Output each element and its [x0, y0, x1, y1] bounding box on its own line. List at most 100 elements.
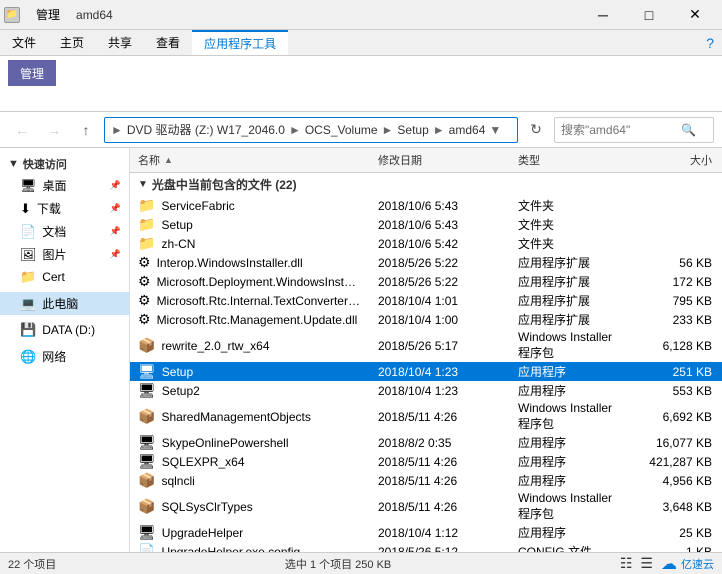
- file-icon: 📦: [138, 472, 155, 489]
- file-date: 2018/5/11 4:26: [370, 455, 510, 469]
- view-icons[interactable]: ☷: [620, 555, 633, 572]
- search-box[interactable]: 🔍: [554, 117, 714, 143]
- col-header-type[interactable]: 类型: [510, 152, 630, 168]
- path-arrow: ►: [111, 123, 123, 137]
- cert-folder-icon: 📁: [20, 269, 36, 285]
- path-sep-4: ▼: [489, 123, 501, 137]
- file-size: 1 KB: [630, 545, 720, 553]
- file-type: Windows Installer 程序包: [510, 491, 630, 522]
- table-row[interactable]: ⚙ Interop.WindowsInstaller.dll 2018/5/26…: [130, 253, 722, 272]
- file-date: 2018/8/2 0:35: [370, 436, 510, 450]
- sidebar-item-thispc[interactable]: 💻 此电脑: [0, 292, 129, 315]
- tab-view[interactable]: 查看: [144, 30, 192, 55]
- view-list[interactable]: ☰: [640, 555, 653, 572]
- file-type: 应用程序: [510, 524, 630, 541]
- file-icon: 📄: [138, 543, 155, 552]
- path-sep-1: ►: [289, 123, 301, 137]
- maximize-button[interactable]: □: [626, 0, 672, 30]
- logo-text: 亿速云: [681, 556, 714, 572]
- table-row[interactable]: ⚙ Microsoft.Rtc.Internal.TextConverters.…: [130, 291, 722, 310]
- back-button[interactable]: ←: [8, 116, 36, 144]
- col-header-name[interactable]: 名称 ▲: [130, 152, 370, 168]
- file-date: 2018/10/4 1:23: [370, 384, 510, 398]
- status-right: ☷ ☰ ☁ 亿速云: [620, 554, 714, 574]
- address-path[interactable]: ► DVD 驱动器 (Z:) W17_2046.0 ► OCS_Volume ►…: [104, 117, 518, 143]
- file-date: 2018/10/6 5:43: [370, 199, 510, 213]
- file-icon: 📁: [138, 235, 155, 252]
- sidebar-item-cert-label: Cert: [42, 270, 65, 284]
- sidebar-item-data[interactable]: 💾 DATA (D:): [0, 319, 129, 341]
- section-expand-icon[interactable]: ▼: [138, 179, 148, 190]
- file-date: 2018/5/11 4:26: [370, 500, 510, 514]
- file-size: 6,692 KB: [630, 410, 720, 424]
- file-date: 2018/5/26 5:12: [370, 545, 510, 553]
- ribbon-manage-tab[interactable]: 管理: [8, 60, 56, 86]
- sidebar-item-network-label: 网络: [42, 348, 66, 365]
- file-icon: 🖥: [138, 382, 156, 399]
- downloads-icon: ⬇: [20, 201, 31, 217]
- table-row[interactable]: 📁 Setup 2018/10/6 5:43 文件夹: [130, 215, 722, 234]
- col-header-date[interactable]: 修改日期: [370, 152, 510, 168]
- file-icon: 📦: [138, 408, 155, 425]
- col-header-size[interactable]: 大小: [630, 152, 720, 168]
- table-row[interactable]: 📁 zh-CN 2018/10/6 5:42 文件夹: [130, 234, 722, 253]
- path-setup[interactable]: Setup: [397, 123, 428, 137]
- up-button[interactable]: ↑: [72, 116, 100, 144]
- table-row[interactable]: 🖥 SkypeOnlinePowershell 2018/8/2 0:35 应用…: [130, 433, 722, 452]
- tab-share[interactable]: 共享: [96, 30, 144, 55]
- file-date: 2018/5/11 4:26: [370, 410, 510, 424]
- table-row[interactable]: 📦 sqlncli 2018/5/11 4:26 应用程序 4,956 KB: [130, 471, 722, 490]
- sidebar-item-downloads[interactable]: ⬇ 下载 📌: [0, 197, 129, 220]
- tab-apptools[interactable]: 应用程序工具: [192, 30, 288, 55]
- forward-button[interactable]: →: [40, 116, 68, 144]
- path-ocs[interactable]: OCS_Volume: [305, 123, 378, 137]
- file-size: 56 KB: [630, 256, 720, 270]
- table-row[interactable]: 📦 SharedManagementObjects 2018/5/11 4:26…: [130, 400, 722, 433]
- tab-manage[interactable]: 管理: [24, 0, 72, 30]
- table-row[interactable]: ⚙ Microsoft.Deployment.WindowsInstaller.…: [130, 272, 722, 291]
- address-bar: ← → ↑ ► DVD 驱动器 (Z:) W17_2046.0 ► OCS_Vo…: [0, 112, 722, 148]
- file-icon: ⚙: [138, 311, 151, 328]
- table-row[interactable]: 🖥 UpgradeHelper 2018/10/4 1:12 应用程序 25 K…: [130, 523, 722, 542]
- file-name: Microsoft.Rtc.Internal.TextConverters.dl…: [157, 294, 362, 308]
- sidebar-item-documents[interactable]: 📄 文档 📌: [0, 220, 129, 243]
- table-row[interactable]: 📦 rewrite_2.0_rtw_x64 2018/5/26 5:17 Win…: [130, 329, 722, 362]
- path-drive[interactable]: DVD 驱动器 (Z:) W17_2046.0: [127, 121, 285, 138]
- file-date: 2018/5/26 5:22: [370, 256, 510, 270]
- file-name: UpgradeHelper.exe.config: [161, 545, 300, 553]
- file-name: rewrite_2.0_rtw_x64: [161, 339, 269, 353]
- refresh-button[interactable]: ↻: [522, 116, 550, 144]
- sidebar-item-cert[interactable]: 📁 Cert: [0, 266, 129, 288]
- file-date: 2018/5/11 4:26: [370, 474, 510, 488]
- sidebar-quickaccess-header[interactable]: ▼ 快速访问: [0, 152, 129, 174]
- tab-home[interactable]: 主页: [48, 30, 96, 55]
- sidebar-item-desktop[interactable]: 🖥 桌面 📌: [0, 174, 129, 197]
- search-icon: 🔍: [681, 123, 696, 137]
- table-row[interactable]: ⚙ Microsoft.Rtc.Management.Update.dll 20…: [130, 310, 722, 329]
- thispc-icon: 💻: [20, 296, 36, 312]
- file-date: 2018/5/26 5:17: [370, 339, 510, 353]
- search-input[interactable]: [561, 123, 681, 137]
- sidebar-item-thispc-label: 此电脑: [42, 295, 78, 312]
- minimize-button[interactable]: ─: [580, 0, 626, 30]
- table-row[interactable]: 📦 SQLSysClrTypes 2018/5/11 4:26 Windows …: [130, 490, 722, 523]
- file-size: 4,956 KB: [630, 474, 720, 488]
- ribbon-help[interactable]: ?: [706, 30, 722, 55]
- table-row[interactable]: 🖥 Setup2 2018/10/4 1:23 应用程序 553 KB: [130, 381, 722, 400]
- ribbon-content: 管理: [0, 56, 722, 112]
- sidebar-item-network[interactable]: 🌐 网络: [0, 345, 129, 368]
- table-row[interactable]: 📁 ServiceFabric 2018/10/6 5:43 文件夹: [130, 196, 722, 215]
- tab-file[interactable]: 文件: [0, 30, 48, 55]
- file-name: Setup: [162, 365, 193, 379]
- file-size: 3,648 KB: [630, 500, 720, 514]
- sidebar-item-pictures[interactable]: 🖼 图片 📌: [0, 243, 129, 266]
- table-row[interactable]: 🖥 SQLEXPR_x64 2018/5/11 4:26 应用程序 421,28…: [130, 452, 722, 471]
- table-row[interactable]: 🖥 Setup 2018/10/4 1:23 应用程序 251 KB: [130, 362, 722, 381]
- close-button[interactable]: ✕: [672, 0, 718, 30]
- path-amd64[interactable]: amd64: [449, 123, 486, 137]
- file-type: 文件夹: [510, 197, 630, 214]
- table-row[interactable]: 📄 UpgradeHelper.exe.config 2018/5/26 5:1…: [130, 542, 722, 552]
- file-area: 名称 ▲ 修改日期 类型 大小 ▼ 光盘中当前包含的文件 (22) 📁 Serv…: [130, 148, 722, 552]
- file-icon: 🖥: [138, 524, 156, 541]
- file-type: 应用程序: [510, 363, 630, 380]
